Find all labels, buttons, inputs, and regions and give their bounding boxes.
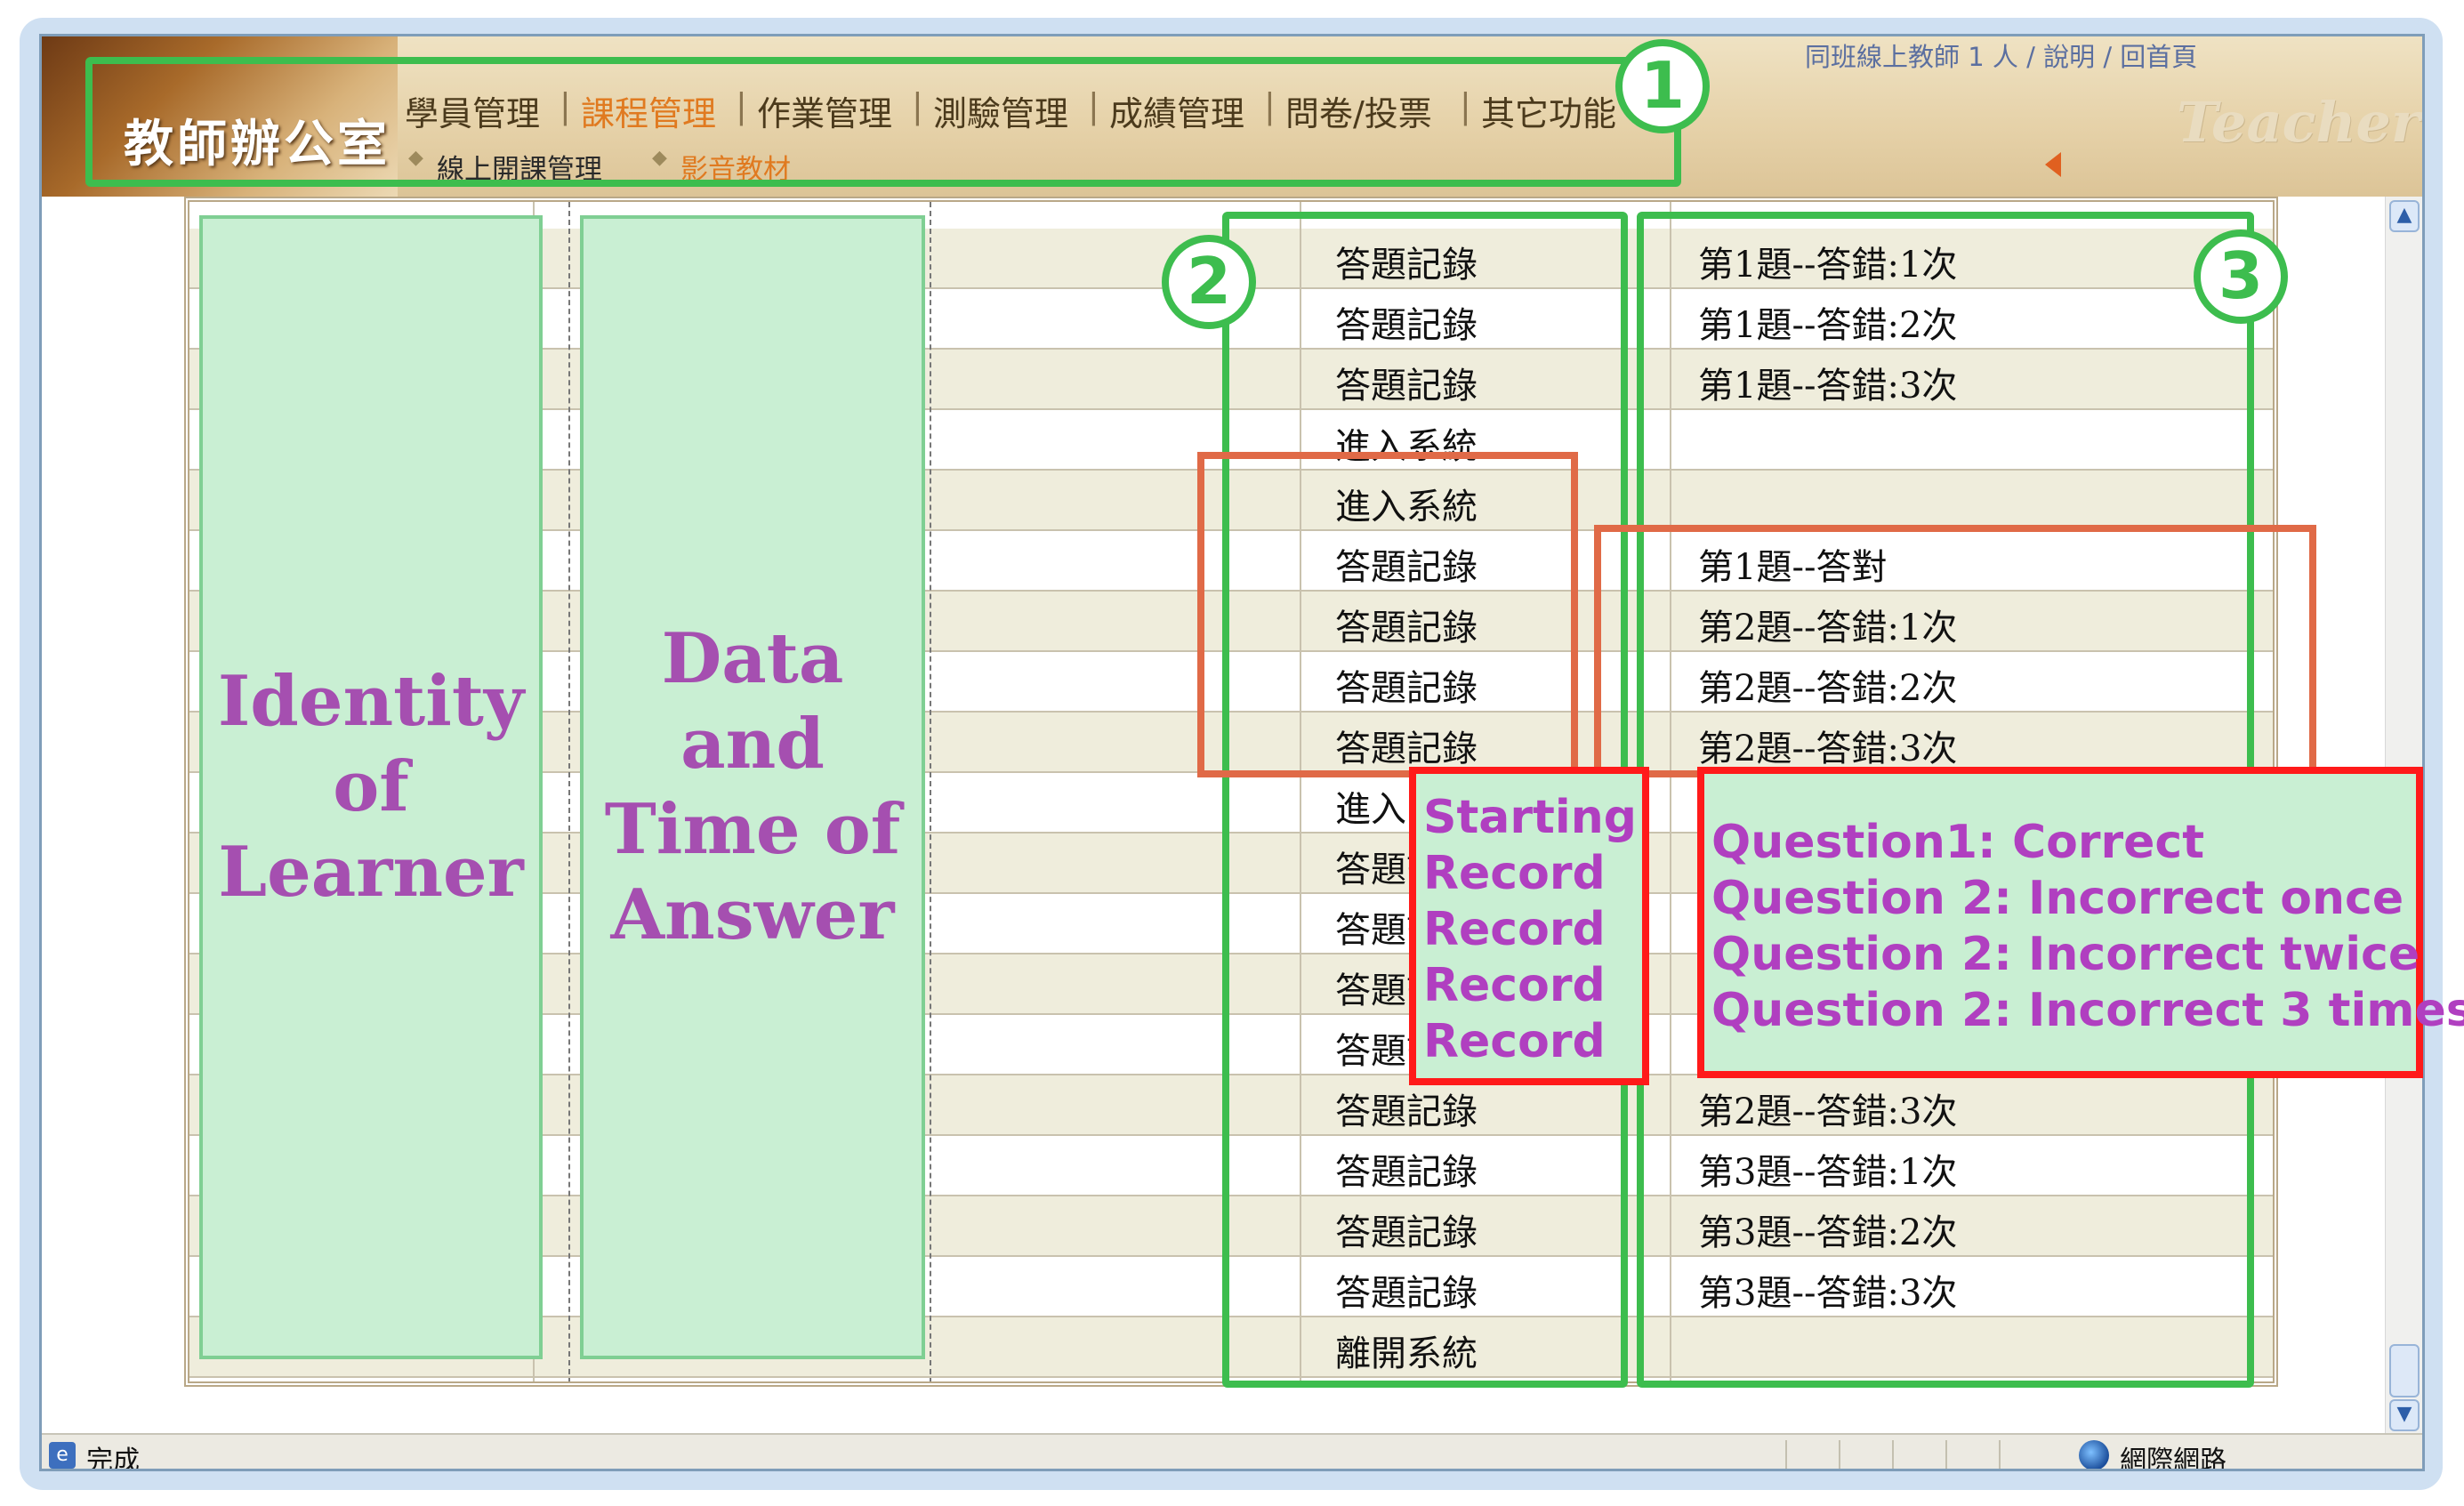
annotation-number-1: 1 (1615, 39, 1710, 133)
top-links[interactable]: 同班線上教師 1 人 / 說明 / 回首頁 (1805, 36, 2197, 74)
globe-icon (2079, 1440, 2109, 1469)
status-bar: e 完成 網際網路 (42, 1433, 2422, 1471)
event-label-record: Record (1423, 847, 1606, 900)
zone-text: 網際網路 (2120, 1446, 2226, 1471)
status-divider (1785, 1440, 1787, 1469)
result-label-q2-twice: Question 2: Incorrect twice (1711, 928, 2420, 981)
annotation-orange-result (1594, 525, 2316, 777)
datetime-panel-label: Data and Time of Answer (604, 618, 901, 955)
event-label-record: Record (1423, 903, 1606, 956)
result-explanation-box: Question1: Correct Question 2: Incorrect… (1697, 767, 2464, 1078)
event-explanation-box: Starting Record Record Record Record (1409, 767, 1649, 1085)
event-label-starting: Starting (1423, 791, 1637, 844)
annotation-number-3: 3 (2194, 230, 2288, 324)
column-divider (930, 202, 931, 1381)
result-label-q2-three: Question 2: Incorrect 3 times (1711, 984, 2464, 1037)
scroll-down-icon[interactable]: ▼ (2389, 1399, 2420, 1431)
datetime-panel: Data and Time of Answer (580, 215, 925, 1359)
column-divider (568, 202, 570, 1381)
annotation-number-2: 2 (1162, 235, 1256, 329)
teacher-watermark: Teacher (2177, 90, 2420, 155)
annotation-orange-event (1197, 452, 1578, 777)
identity-panel-label: Identity of Learner (217, 661, 525, 913)
result-label-q1-correct: Question1: Correct (1711, 816, 2205, 869)
page-icon: e (49, 1442, 76, 1469)
event-label-record: Record (1423, 959, 1606, 1012)
scroll-thumb[interactable] (2389, 1344, 2420, 1397)
status-divider (1945, 1440, 1947, 1469)
event-label-record: Record (1423, 1015, 1606, 1068)
scroll-up-icon[interactable]: ▲ (2389, 200, 2420, 232)
collapse-arrow-icon[interactable] (2045, 152, 2061, 177)
annotation-box-1 (85, 57, 1681, 187)
status-divider (1999, 1440, 2001, 1469)
status-divider (1839, 1440, 1840, 1469)
status-text: 完成 (86, 1446, 140, 1471)
identity-panel: Identity of Learner (199, 215, 543, 1359)
result-label-q2-once: Question 2: Incorrect once (1711, 872, 2404, 925)
status-divider (1892, 1440, 1894, 1469)
